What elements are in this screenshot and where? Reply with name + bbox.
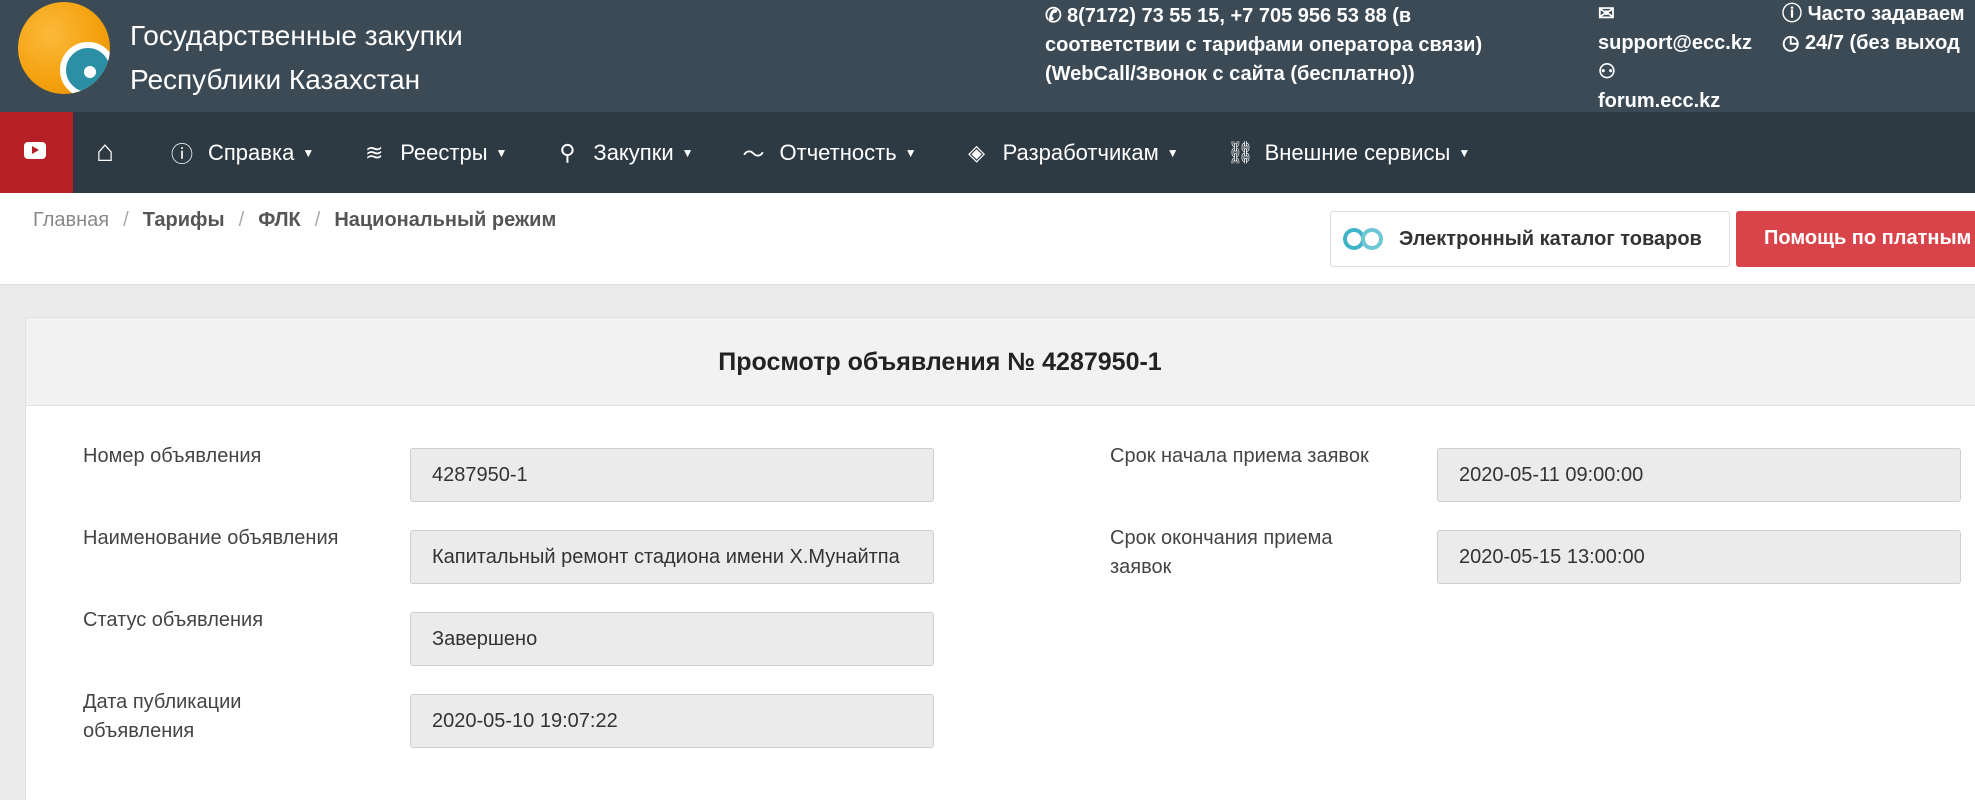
caret-down-icon: ▼ [904,145,917,160]
faq-label: Часто задаваем [1807,3,1965,25]
site-logo[interactable] [18,2,110,94]
youtube-button[interactable] [0,112,73,193]
announcement-name-label: Наименование объявления [83,527,339,549]
breadcrumb-home[interactable]: Главная [33,209,109,232]
breadcrumb-flk[interactable]: ФЛК [258,209,301,232]
caret-down-icon: ▼ [681,145,694,160]
site-title[interactable]: Государственные закупки Республики Казах… [130,14,463,102]
phone-line1: 8(7172) 73 55 15, +7 705 956 53 88 (в [1067,5,1412,27]
nav-label-registries: Реестры [400,139,488,165]
catalog-button-label: Электронный каталог товаров [1399,227,1702,250]
phone-contacts: ✆ 8(7172) 73 55 15, +7 705 956 53 88 (в с… [1045,2,1482,89]
faq-block: ⓘ Часто задаваем ◷ 24/7 (без выход [1782,0,1965,58]
support-email-link[interactable]: support@ecc.kz [1598,29,1752,58]
breadcrumb-separator: / [238,209,245,231]
nav-label-developers: Разработчикам [1002,139,1159,165]
nav-item-external-services[interactable]: ⛓ Внешние сервисы ▼ [1227,140,1471,166]
site-title-line1: Государственные закупки [130,20,463,51]
nav-menu: ⓘ Справка ▼ ≋ Реестры ▼ ⚲ Закупки ▼ 〜 От… [170,112,1518,193]
caret-down-icon: ▼ [302,145,315,160]
start-date-field[interactable]: 2020-05-11 09:00:00 [1437,448,1961,502]
nav-label-external-services: Внешние сервисы [1264,139,1451,165]
help-circle-icon: ⓘ [170,141,193,167]
start-date-label: Срок начала приема заявок [1110,445,1369,467]
nav-item-help[interactable]: ⓘ Справка ▼ [170,137,314,169]
link-icon: ⛓ [1226,139,1255,165]
caret-down-icon: ▼ [495,145,508,160]
breadcrumb-current: Национальный режим [334,209,557,231]
end-date-label-line1: Срок окончания приема [1110,527,1333,549]
catalog-icon [1343,226,1389,252]
breadcrumb-bar: Главная / Тарифы / ФЛК / Национальный ре… [0,193,1975,285]
chart-line-icon: 〜 [742,141,765,167]
hours-label: 24/7 (без выход [1805,32,1960,54]
phone-line2: соответствии с тарифами оператора связи) [1045,34,1483,56]
end-date-field[interactable]: 2020-05-15 13:00:00 [1437,530,1961,584]
caret-down-icon: ▼ [1458,145,1471,160]
site-title-line2: Республики Казахстан [130,64,421,95]
layers-icon: ≋ [364,139,384,165]
home-icon[interactable]: ⌂ [96,134,114,170]
breadcrumb-tariffs[interactable]: Тарифы [143,209,225,232]
paid-help-button[interactable]: Помощь по платным [1736,211,1975,267]
breadcrumb-separator: / [123,209,129,231]
announcement-number-label: Номер объявления [83,445,262,467]
nav-item-purchases[interactable]: ⚲ Закупки ▼ [555,140,693,166]
paid-help-label: Помощь по платным [1764,227,1972,249]
breadcrumb: Главная / Тарифы / ФЛК / Национальный ре… [33,209,556,232]
nav-label-help: Справка [208,139,295,165]
logo-ornament-inner [80,62,100,82]
support-hours: ◷ 24/7 (без выход [1782,29,1965,58]
nav-label-reports: Отчетность [779,139,897,165]
phone-line3: (WebCall/Звонок с сайта (бесплатно)) [1045,63,1415,85]
support-contacts: ✉ support@ecc.kz ⚇ forum.ecc.kz [1598,0,1752,116]
end-date-label-line2: заявок [1110,556,1172,578]
publication-date-label-line1: Дата публикации [83,691,242,713]
catalog-button[interactable]: Электронный каталог товаров [1330,211,1730,267]
clock-icon: ◷ [1782,32,1800,54]
announcement-status-label: Статус объявления [83,609,264,631]
question-icon: ⓘ [1782,3,1802,25]
nav-label-purchases: Закупки [593,139,674,165]
card-title: Просмотр объявления № 4287950-1 [26,318,1975,406]
nav-item-reports[interactable]: 〜 Отчетность ▼ [742,137,917,169]
top-header: Государственные закупки Республики Казах… [0,0,1975,112]
publication-date-label: Дата публикации объявления [83,688,241,746]
breadcrumb-separator: / [314,209,321,231]
nav-item-registries[interactable]: ≋ Реестры ▼ [362,140,507,166]
announcement-number-field[interactable]: 4287950-1 [410,448,934,502]
users-icon: ⚇ [1598,61,1616,83]
announcement-card: Просмотр объявления № 4287950-1 Номер об… [25,317,1975,800]
search-icon: ⚲ [559,139,576,165]
publication-date-field[interactable]: 2020-05-10 19:07:22 [410,694,934,748]
youtube-icon [24,142,46,159]
end-date-label: Срок окончания приема заявок [1110,524,1333,582]
phone-icon: ✆ [1045,5,1062,27]
announcement-name-field[interactable]: Капитальный ремонт стадиона имени Х.Муна… [410,530,934,584]
nav-item-developers[interactable]: ◈ Разработчикам ▼ [965,140,1179,166]
caret-down-icon: ▼ [1166,145,1179,160]
main-nav: ⌂ ⓘ Справка ▼ ≋ Реестры ▼ ⚲ Закупки ▼ 〜 … [0,112,1975,193]
tag-icon: ◈ [968,139,986,165]
announcement-status-field[interactable]: Завершено [410,612,934,666]
mail-icon: ✉ [1598,3,1615,25]
publication-date-label-line2: объявления [83,720,195,742]
faq-link[interactable]: ⓘ Часто задаваем [1782,0,1965,29]
